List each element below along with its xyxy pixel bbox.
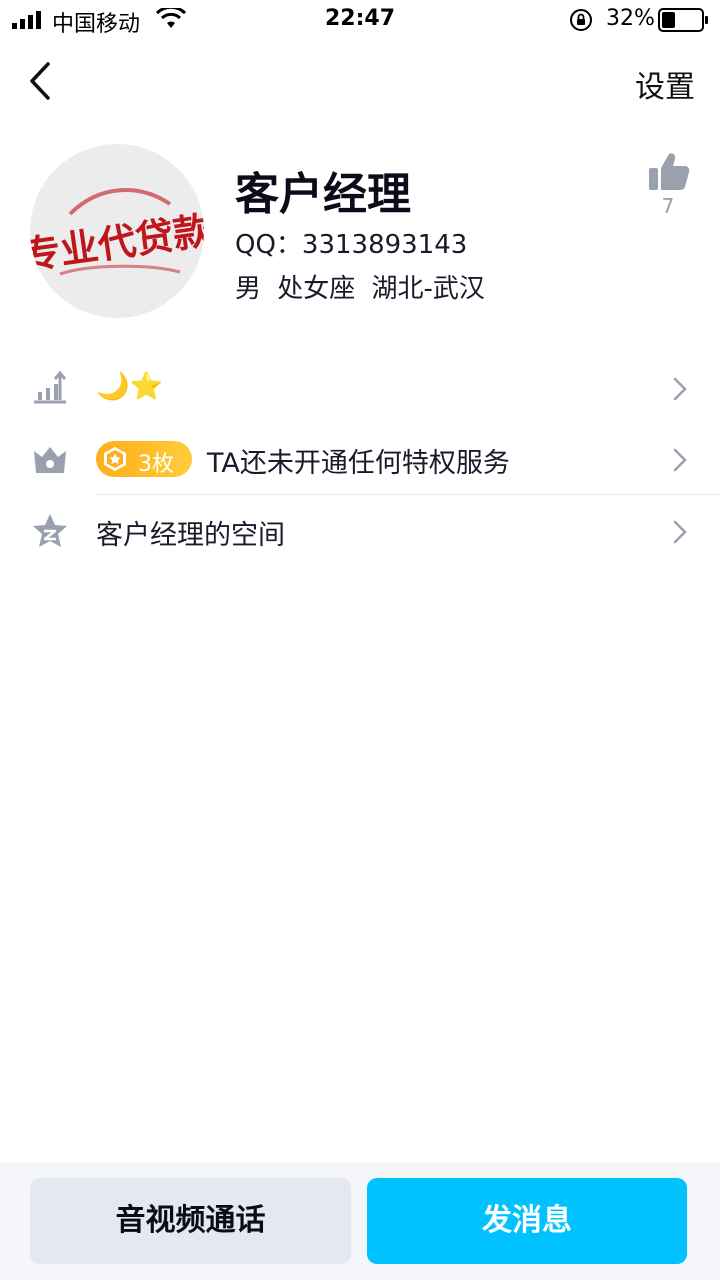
crown-icon (34, 447, 66, 473)
bottom-action-bar: 音视频通话 发消息 (0, 1162, 720, 1280)
level-row[interactable]: 🌙⭐ (0, 352, 720, 424)
qzone-label: 客户经理的空间 (96, 520, 285, 551)
battery-percent: 32% (606, 6, 655, 31)
level-chart-icon (34, 370, 67, 404)
medal-count: 3枚 (138, 452, 174, 477)
settings-button[interactable]: 设置 (635, 62, 695, 106)
profile-info: 男 处女座 湖北-武汉 (235, 274, 485, 304)
medal-badge[interactable]: 3枚 (96, 441, 192, 477)
qzone-row[interactable]: 客户经理的空间 (0, 495, 720, 567)
qq-number: QQ：3313893143 (235, 230, 468, 260)
like-count: 7 (661, 194, 675, 218)
chevron-left-icon (30, 62, 50, 100)
privilege-text: TA还未开通任何特权服务 (207, 448, 510, 479)
status-bar: 中国移动 22:47 32% (0, 0, 720, 40)
thumbs-up-icon (649, 153, 690, 190)
level-emblems: 🌙⭐ (96, 371, 164, 402)
avatar-image: 专业代贷款 (30, 144, 204, 318)
back-button[interactable] (22, 58, 62, 104)
chevron-right-icon (673, 448, 687, 472)
av-call-button[interactable]: 音视频通话 (30, 1178, 351, 1264)
battery-icon (658, 8, 708, 32)
chevron-right-icon (673, 377, 687, 401)
profile-name: 客户经理 (235, 169, 411, 220)
send-message-button[interactable]: 发消息 (367, 1178, 687, 1264)
chevron-right-icon (673, 520, 687, 544)
like-button[interactable]: 7 (643, 150, 693, 222)
rotation-lock-icon (570, 9, 592, 31)
qzone-star-icon (33, 514, 67, 547)
medal-icon (104, 447, 126, 471)
avatar[interactable]: 专业代贷款 (30, 144, 204, 318)
